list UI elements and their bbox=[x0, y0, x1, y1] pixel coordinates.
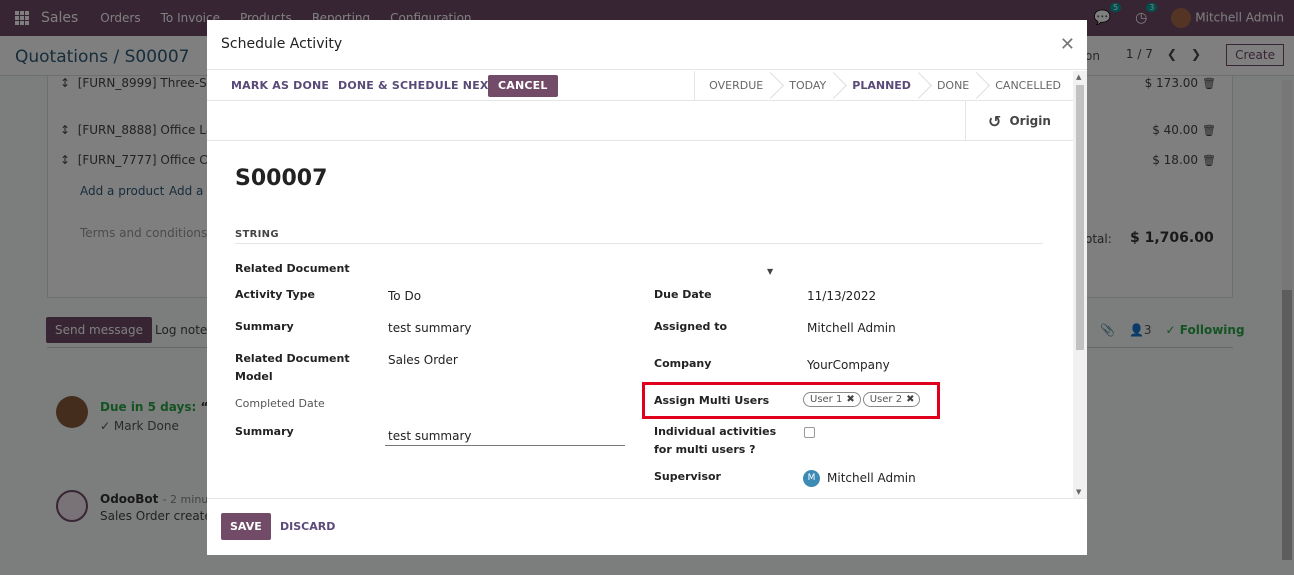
related-document-model-label: Related Document Model bbox=[235, 352, 350, 383]
assigned-to-field[interactable]: Mitchell Admin bbox=[807, 321, 896, 335]
dialog-body: MARK AS DONE DONE & SCHEDULE NEXT CANCEL… bbox=[207, 71, 1087, 498]
discard-button[interactable]: DISCARD bbox=[280, 520, 335, 533]
stage-pipeline: OVERDUE TODAY PLANNED DONE CANCELLED bbox=[694, 71, 1073, 101]
schedule-activity-dialog: Schedule Activity ✕ MARK AS DONE DONE & … bbox=[207, 20, 1087, 555]
status-bar: MARK AS DONE DONE & SCHEDULE NEXT CANCEL… bbox=[207, 71, 1073, 101]
assigned-to-label: Assigned to bbox=[654, 320, 728, 333]
done-schedule-next-button[interactable]: DONE & SCHEDULE NEXT bbox=[328, 75, 506, 97]
due-date-field[interactable]: 11/13/2022 bbox=[807, 289, 876, 303]
dialog-header: Schedule Activity ✕ bbox=[207, 20, 1087, 70]
assign-multi-users-label: Assign Multi Users bbox=[654, 394, 770, 407]
stage-cancelled[interactable]: CANCELLED bbox=[981, 71, 1073, 101]
remove-tag-icon[interactable]: ✖ bbox=[846, 394, 854, 405]
individual-activities-checkbox[interactable] bbox=[804, 427, 815, 438]
due-date-label: Due Date bbox=[654, 288, 712, 301]
cancel-button[interactable]: CANCEL bbox=[488, 75, 558, 97]
remove-tag-icon[interactable]: ✖ bbox=[906, 394, 914, 405]
record-title: S00007 bbox=[235, 166, 328, 191]
activity-type-label: Activity Type bbox=[235, 288, 315, 301]
supervisor-field[interactable]: Mitchell Admin bbox=[827, 471, 916, 485]
dialog-scrollbar[interactable]: ▲ ▼ bbox=[1073, 71, 1087, 498]
dialog-footer: SAVE DISCARD bbox=[207, 498, 1087, 555]
supervisor-label: Supervisor bbox=[654, 470, 721, 483]
history-icon: ↺ bbox=[988, 111, 1002, 131]
summary-label: Summary bbox=[235, 320, 294, 333]
activity-type-field[interactable]: To Do bbox=[388, 289, 421, 303]
related-document-model-field[interactable]: Sales Order bbox=[388, 353, 458, 367]
close-icon[interactable]: ✕ bbox=[1060, 34, 1075, 55]
origin-button[interactable]: ↺ Origin bbox=[965, 101, 1073, 141]
separator-line bbox=[235, 243, 1043, 244]
section-separator: STRING bbox=[235, 229, 279, 240]
scroll-thumb[interactable] bbox=[1076, 85, 1084, 350]
dialog-title: Schedule Activity bbox=[221, 36, 343, 52]
stage-planned[interactable]: PLANNED bbox=[838, 71, 923, 101]
individual-activities-label: Individual activities for multi users ? bbox=[654, 425, 777, 456]
related-document-label: Related Document bbox=[235, 262, 350, 275]
user-tag[interactable]: User 1 ✖ bbox=[803, 392, 861, 407]
smart-button-bar: ↺ Origin bbox=[207, 101, 1073, 141]
save-button[interactable]: SAVE bbox=[221, 513, 271, 540]
summary-field[interactable]: test summary bbox=[388, 321, 471, 335]
scroll-up-icon[interactable]: ▲ bbox=[1076, 73, 1081, 81]
stage-overdue[interactable]: OVERDUE bbox=[695, 71, 775, 101]
stage-today[interactable]: TODAY bbox=[775, 71, 838, 101]
summary-input[interactable] bbox=[385, 426, 625, 446]
stage-done[interactable]: DONE bbox=[923, 71, 981, 101]
completed-date-label: Completed Date bbox=[235, 397, 325, 410]
scroll-down-icon[interactable]: ▼ bbox=[1076, 488, 1081, 496]
caret-down-icon[interactable]: ▼ bbox=[767, 267, 773, 276]
origin-label: Origin bbox=[1009, 114, 1051, 128]
company-field[interactable]: YourCompany bbox=[807, 358, 890, 372]
company-label: Company bbox=[654, 357, 712, 370]
summary-label-2: Summary bbox=[235, 425, 294, 438]
user-tag[interactable]: User 2 ✖ bbox=[862, 392, 921, 407]
mark-as-done-button[interactable]: MARK AS DONE bbox=[221, 75, 339, 97]
supervisor-avatar: M bbox=[803, 470, 820, 487]
multi-users-tags[interactable]: User 1 ✖ User 2 ✖ bbox=[803, 392, 921, 407]
